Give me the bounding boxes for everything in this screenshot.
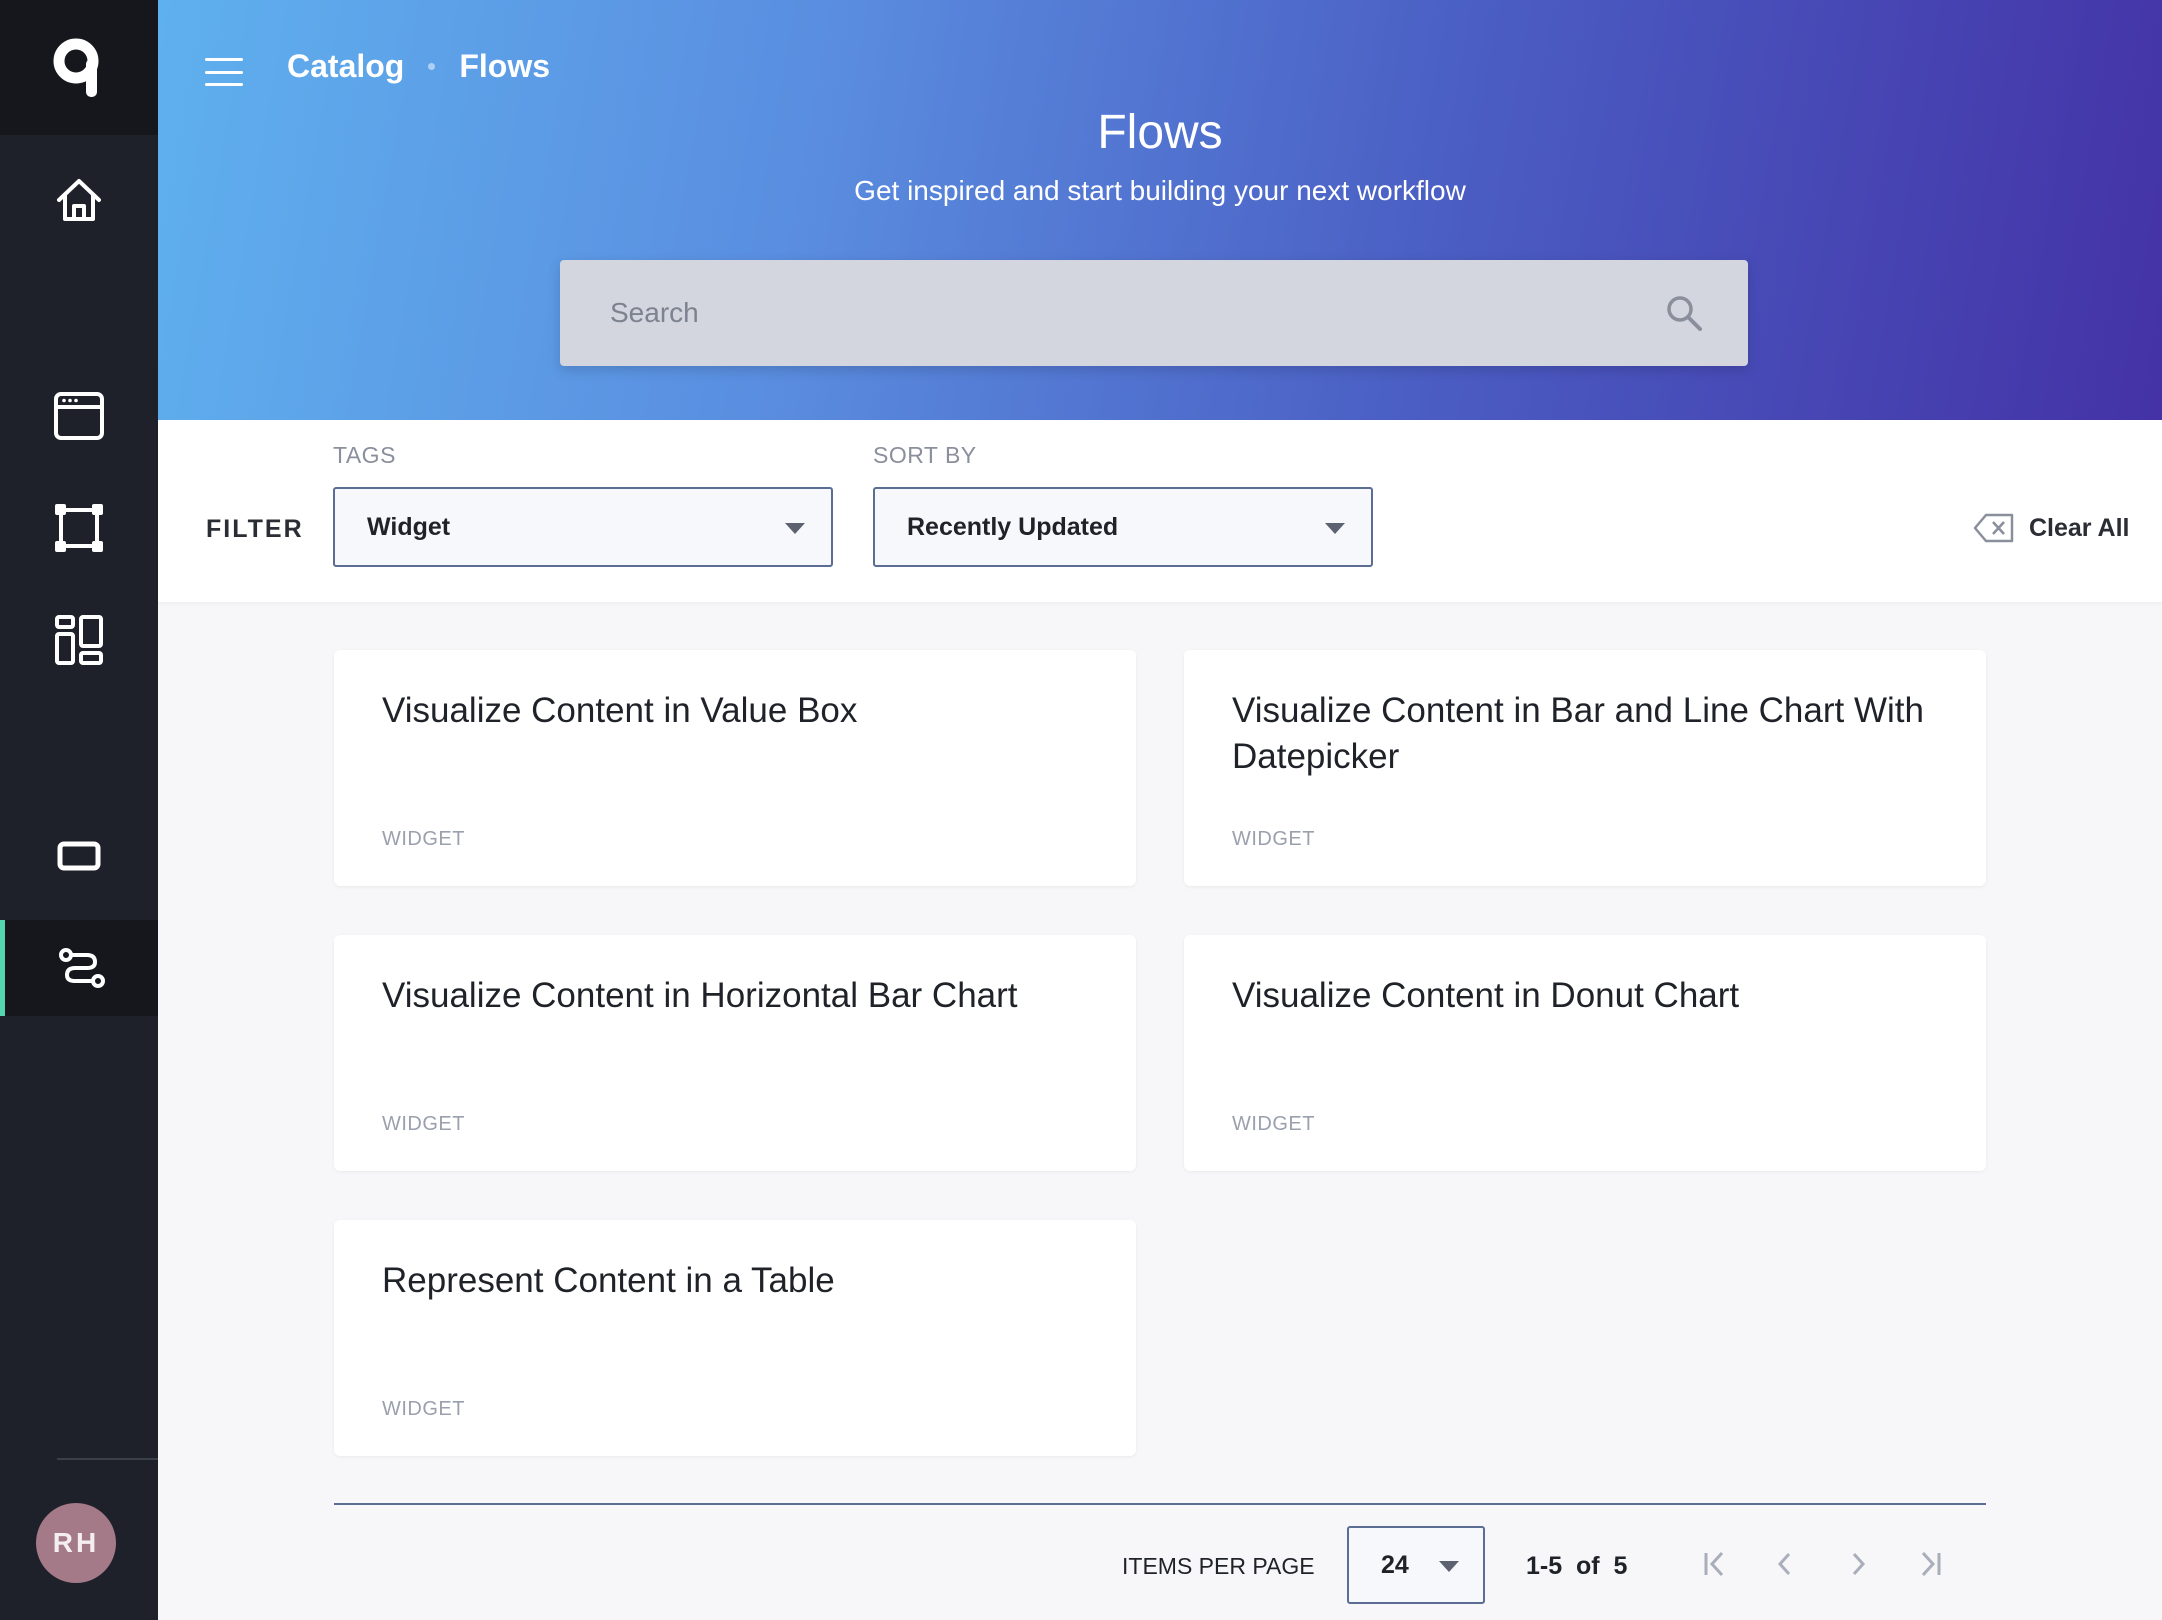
clear-all-button[interactable]: Clear All: [1973, 512, 2130, 544]
flow-icon: [58, 948, 105, 988]
tags-select[interactable]: Widget: [333, 487, 833, 567]
card-title: Visualize Content in Horizontal Bar Char…: [382, 976, 1018, 1015]
sidebar-item-widgets[interactable]: [0, 808, 158, 904]
chevron-down-icon: [1439, 1561, 1459, 1572]
flow-card[interactable]: Visualize Content in Donut Chart WIDGET: [1184, 935, 1986, 1171]
breadcrumb-separator: [428, 63, 436, 70]
last-page-icon: [1921, 1551, 1941, 1577]
search-icon[interactable]: [1664, 293, 1704, 333]
card-title: Visualize Content in Value Box: [382, 691, 858, 730]
search-input[interactable]: [610, 260, 1610, 366]
logo[interactable]: [0, 0, 158, 135]
dashboard-layout-icon: [55, 615, 103, 665]
card-title: Represent Content in a Table: [382, 1261, 835, 1300]
flow-card[interactable]: Visualize Content in Horizontal Bar Char…: [334, 935, 1136, 1171]
sidebar: RH: [0, 0, 158, 1620]
sort-by-select-value: Recently Updated: [907, 512, 1119, 541]
chevron-down-icon: [1325, 523, 1345, 534]
breadcrumb-catalog[interactable]: Catalog: [287, 48, 404, 85]
flow-card[interactable]: Visualize Content in Bar and Line Chart …: [1184, 650, 1986, 886]
last-page-button[interactable]: [1910, 1544, 1950, 1584]
tags-select-value: Widget: [367, 512, 451, 541]
chevron-down-icon: [785, 523, 805, 534]
card-tag: WIDGET: [382, 828, 465, 850]
sidebar-item-canvas[interactable]: [0, 480, 158, 576]
filter-label: FILTER: [206, 515, 304, 543]
breadcrumb-flows[interactable]: Flows: [459, 48, 550, 85]
first-page-button[interactable]: [1695, 1544, 1735, 1584]
card-tag: WIDGET: [382, 1113, 465, 1135]
sort-by-label: SORT BY: [873, 442, 977, 468]
card-title: Visualize Content in Bar and Line Chart …: [1232, 691, 1924, 776]
card-title: Visualize Content in Donut Chart: [1232, 976, 1740, 1015]
first-page-icon: [1704, 1551, 1724, 1577]
chevron-right-icon: [1852, 1552, 1866, 1576]
card-tag: WIDGET: [382, 1398, 465, 1420]
tags-label: TAGS: [333, 442, 396, 468]
sidebar-item-flows[interactable]: [0, 920, 158, 1016]
next-page-button[interactable]: [1838, 1544, 1878, 1584]
q-logo-icon: [53, 36, 99, 97]
sidebar-divider: [57, 1458, 158, 1460]
home-icon: [57, 179, 101, 221]
previous-page-button[interactable]: [1765, 1544, 1805, 1584]
page-title: Flows: [1097, 106, 1223, 159]
sidebar-item-pages[interactable]: [0, 368, 158, 464]
breadcrumb: Catalog Flows: [287, 48, 550, 85]
artboard-icon: [55, 504, 103, 552]
items-per-page-label: ITEMS PER PAGE: [1122, 1553, 1315, 1579]
items-per-page-value: 24: [1381, 1550, 1409, 1579]
card-tag: WIDGET: [1232, 828, 1315, 850]
card-tag: WIDGET: [1232, 1113, 1315, 1135]
sidebar-item-home[interactable]: [0, 152, 158, 248]
pagination-divider: [334, 1503, 1986, 1505]
rectangle-icon: [57, 841, 101, 871]
avatar[interactable]: RH: [36, 1503, 116, 1583]
flow-card[interactable]: Visualize Content in Value Box WIDGET: [334, 650, 1136, 886]
backspace-icon: [1973, 513, 2014, 543]
chevron-left-icon: [1777, 1552, 1791, 1576]
page-subtitle: Get inspired and start building your nex…: [854, 175, 1466, 206]
browser-window-icon: [54, 392, 104, 440]
menu-icon[interactable]: [205, 58, 243, 86]
clear-all-label: Clear All: [2029, 513, 2130, 542]
flow-card[interactable]: Represent Content in a Table WIDGET: [334, 1220, 1136, 1456]
sort-by-select[interactable]: Recently Updated: [873, 487, 1373, 567]
pagination-range: 1-5 of 5: [1526, 1552, 1628, 1580]
sidebar-item-layout[interactable]: [0, 592, 158, 688]
items-per-page-select[interactable]: 24: [1347, 1526, 1485, 1604]
search-box: [560, 260, 1748, 366]
